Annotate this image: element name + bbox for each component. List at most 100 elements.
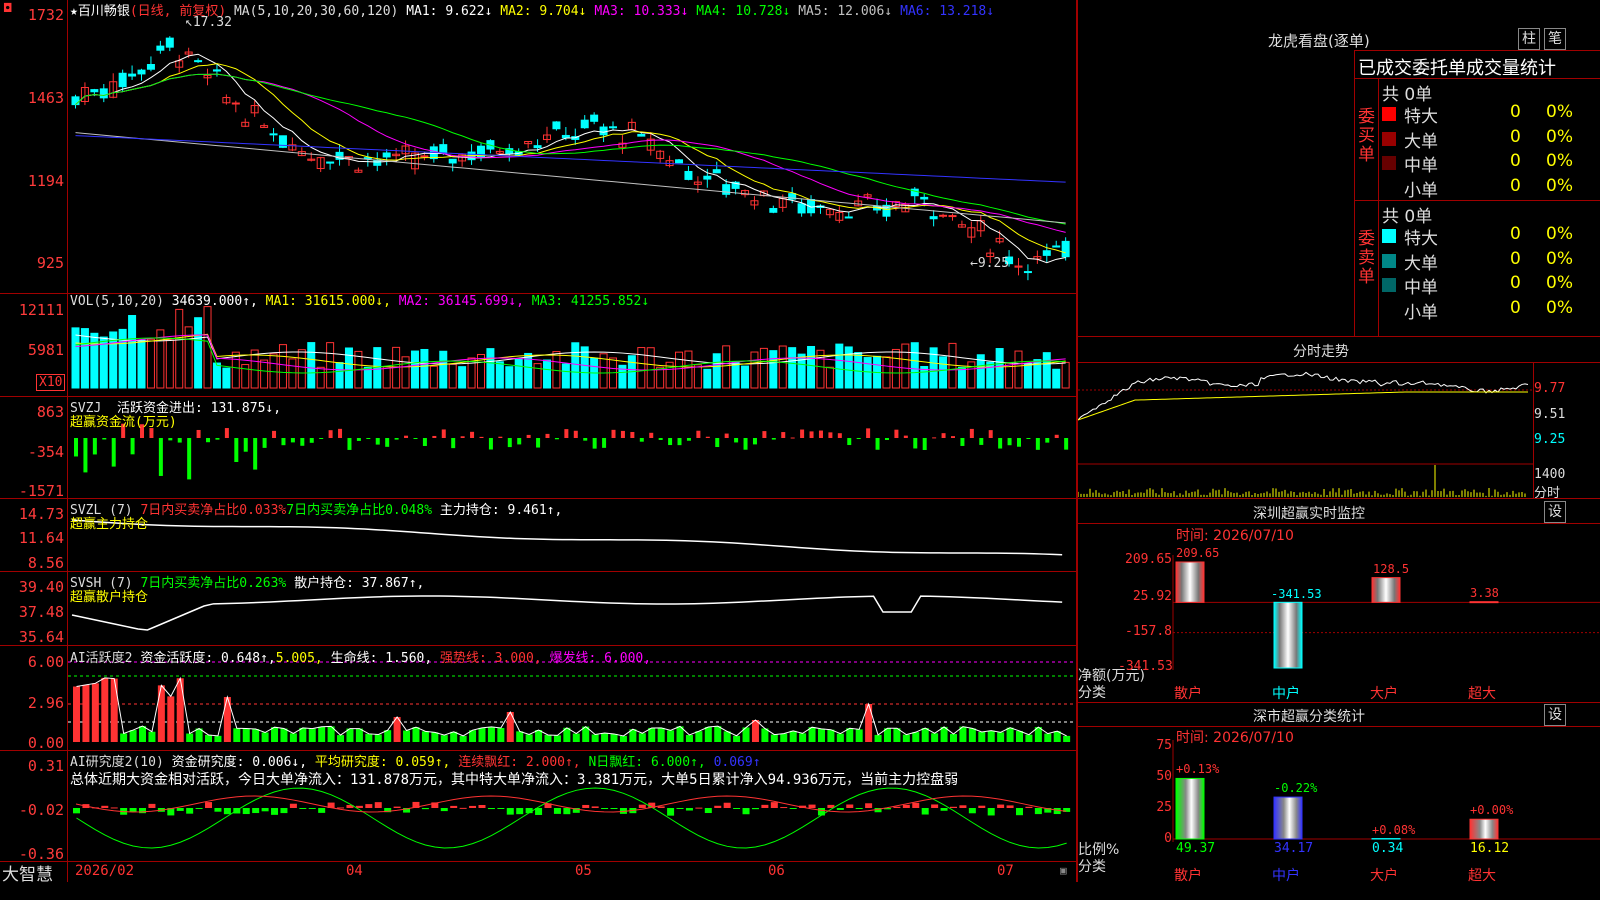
research-bar <box>742 808 750 815</box>
activity-bar <box>487 726 495 742</box>
flow-bar <box>375 438 380 445</box>
monitor-cat: 中户 <box>1272 686 1300 702</box>
volume-bar <box>854 352 863 389</box>
flow-bar <box>668 438 673 446</box>
research-bar <box>704 808 712 814</box>
candle <box>675 159 684 164</box>
activity-bar <box>365 733 373 742</box>
tab-tick-view[interactable]: 笔 <box>1544 28 1566 50</box>
research-bar <box>450 805 458 808</box>
monitor-cat: 散户 <box>1174 686 1202 702</box>
candle <box>448 158 457 164</box>
activity-bar <box>931 733 939 742</box>
activity-bar <box>949 734 957 742</box>
candle <box>929 216 938 220</box>
kline-y-label: 1732 <box>27 6 64 24</box>
volume-bar <box>684 350 693 389</box>
app-logo[interactable]: 大智慧 <box>2 860 53 885</box>
lhb-header: 已成交委托单成交量统计 <box>1358 58 1556 79</box>
candle <box>156 45 165 51</box>
candle <box>99 88 108 99</box>
tab-bar-view[interactable]: 柱 <box>1518 28 1540 50</box>
chart-area[interactable]: ◘ ★百川畅银(日线, 前复权) MA(5,10,20,30,60,120) M… <box>0 0 1078 885</box>
classify-value-label: 49.37 <box>1176 841 1216 856</box>
candle <box>71 96 80 106</box>
monitor-title: 深圳超赢实时监控 <box>1253 506 1365 522</box>
volume-bar <box>307 342 316 389</box>
right-chart-svg <box>1078 371 1600 842</box>
lock-icon[interactable]: ▣ <box>1060 864 1067 877</box>
flow-bar <box>177 438 182 443</box>
monitor-bar <box>1273 601 1303 669</box>
volume-bar <box>967 361 976 389</box>
research-bar <box>195 808 203 809</box>
volume-bar <box>212 362 221 389</box>
classify-time: 时间: 2026/07/10 <box>1176 730 1294 746</box>
activity-bar <box>129 730 137 742</box>
research-bar <box>261 808 269 812</box>
flow-bar <box>960 438 965 446</box>
activity-bar <box>591 734 599 742</box>
volume-bar <box>891 348 900 389</box>
candle <box>194 60 203 63</box>
volume-bar <box>571 342 580 389</box>
flow-bar <box>385 438 390 447</box>
activity-bar <box>205 734 213 742</box>
lhb-color-swatch <box>1382 229 1396 243</box>
lhb-pct: 0% <box>1546 297 1573 318</box>
monitor-value-label: 209.65 <box>1176 546 1220 560</box>
activity-bar <box>337 735 345 742</box>
lhb-pct: 0% <box>1546 126 1573 147</box>
classify-pct-label: +0.13% <box>1176 762 1220 776</box>
lhb-color-swatch <box>1382 278 1396 292</box>
flow-bar <box>1026 438 1031 439</box>
flow-bar <box>451 438 456 449</box>
classify-settings-button[interactable]: 设 <box>1544 704 1566 726</box>
volume-bar <box>703 368 712 389</box>
activity-bar <box>1044 733 1052 742</box>
research-bar <box>855 808 863 809</box>
activity-bar <box>139 726 147 742</box>
candle <box>326 161 335 164</box>
flow-bar <box>620 430 625 438</box>
research-bar <box>893 806 901 808</box>
research-bar <box>506 808 514 815</box>
activity-bar <box>91 683 99 742</box>
flow-bar <box>875 438 880 450</box>
volume-bar <box>939 356 948 389</box>
research-bar <box>931 804 939 808</box>
vol-unit[interactable]: X10 <box>36 374 66 391</box>
activity-bar <box>978 731 986 742</box>
activity-bar <box>648 727 656 742</box>
activity-bar <box>271 727 279 742</box>
candle <box>703 175 712 180</box>
volume-bar <box>543 359 551 389</box>
star-icon[interactable]: ★ <box>70 4 78 19</box>
svsh-sub: 超赢散户持仓 <box>70 590 149 605</box>
ai1-y-label: 2.96 <box>27 694 64 712</box>
research-bar <box>685 808 693 811</box>
volume-bar <box>260 359 269 389</box>
flow-bar <box>243 438 248 452</box>
activity-bar <box>176 678 184 742</box>
monitor-settings-button[interactable]: 设 <box>1544 501 1566 523</box>
volume-bar <box>439 350 448 389</box>
flow-bar <box>111 438 116 467</box>
candle <box>844 216 853 219</box>
x-axis-label: 07 <box>997 863 1014 879</box>
research-bar <box>912 802 920 808</box>
activity-bar <box>695 731 703 742</box>
flow-bar <box>404 435 409 438</box>
retail-position-line <box>71 595 1063 631</box>
research-bar <box>110 807 118 809</box>
flow-bar <box>224 428 229 438</box>
volume-bar <box>90 332 99 389</box>
ma-line <box>75 135 1066 183</box>
lhb-name: 大单 <box>1404 253 1438 274</box>
research-bar <box>714 805 722 808</box>
activity-bar <box>308 728 316 742</box>
monitor-value-label: 3.38 <box>1470 586 1499 600</box>
flow-bar <box>771 438 776 440</box>
volume-bar <box>788 347 797 389</box>
volume-bar <box>995 348 1004 389</box>
